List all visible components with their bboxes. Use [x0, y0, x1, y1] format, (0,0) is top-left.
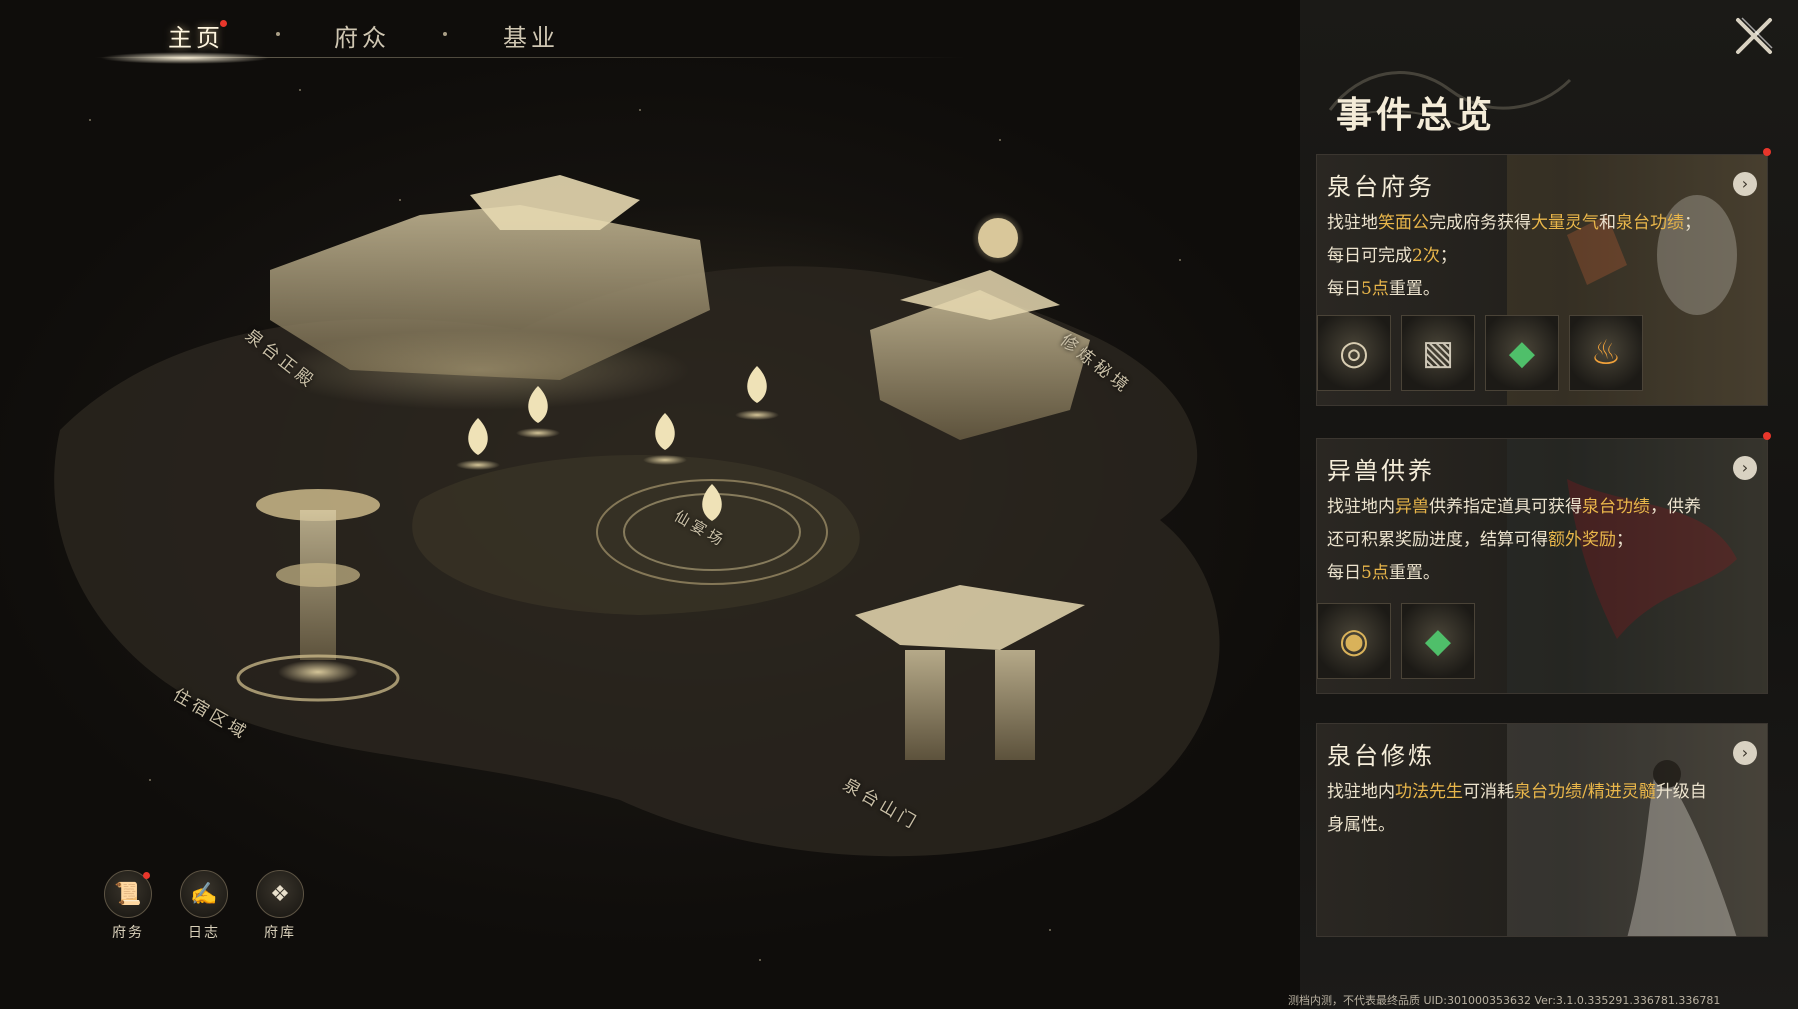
tab-members[interactable]: 府众 — [334, 18, 390, 53]
description-text: 找驻地 — [1327, 213, 1378, 233]
description-text: ，供养 — [1650, 497, 1701, 517]
highlight-text: 5点 — [1361, 563, 1389, 583]
reward-items: ◎ ▧ ◆ ♨ — [1317, 315, 1643, 391]
card-description-line: 每日可完成2次； — [1327, 240, 1757, 273]
card-title: 异兽供养 — [1327, 457, 1435, 485]
description-text: 身属性。 — [1327, 815, 1395, 835]
card-title: 泉台修炼 — [1327, 742, 1435, 770]
seal-paper-icon[interactable]: ▧ — [1401, 315, 1475, 391]
jade-token-icon[interactable]: ◆ — [1485, 315, 1559, 391]
active-tab-indicator — [100, 52, 270, 64]
quick-button-journal[interactable]: ✍ 日志 — [174, 870, 234, 942]
description-text: 完成府务获得 — [1429, 213, 1531, 233]
description-text: 还可积累奖励进度，结算可得 — [1327, 530, 1548, 550]
quick-button-badge — [143, 872, 150, 879]
map-terrain — [54, 89, 1220, 961]
description-text: 找驻地内 — [1327, 782, 1395, 802]
ring-token-icon[interactable]: ◎ — [1317, 315, 1391, 391]
card-description: 找驻地内功法先生可消耗泉台功绩/精进灵髓升级自身属性。 — [1327, 776, 1757, 842]
cultivation-pavilion[interactable] — [870, 212, 1090, 440]
highlight-text: 2次 — [1412, 246, 1440, 266]
highlight-text: 泉台功绩/精进灵髓 — [1514, 782, 1656, 802]
card-description-line: 每日5点重置。 — [1327, 273, 1757, 306]
card-title: 泉台府务 — [1327, 173, 1435, 201]
jade-token-icon[interactable]: ◆ — [1401, 603, 1475, 679]
description-text: ； — [1616, 530, 1633, 550]
description-text: 供养指定道具可获得 — [1429, 497, 1582, 517]
coin-icon[interactable]: ◉ — [1317, 603, 1391, 679]
card-description: 找驻地内异兽供养指定道具可获得泉台功绩，供养 还可积累奖励进度，结算可得额外奖励；… — [1327, 491, 1757, 590]
card-badge — [1763, 432, 1771, 440]
tab-separator — [443, 32, 447, 36]
quick-button-storehouse[interactable]: ❖ 府库 — [250, 870, 310, 942]
description-text: 可消耗 — [1463, 782, 1514, 802]
highlight-text: 异兽 — [1395, 497, 1429, 517]
description-text: 重置。 — [1388, 279, 1440, 299]
card-description: 找驻地笑面公完成府务获得大量灵气和泉台功绩； 每日可完成2次； 每日5点重置。 — [1327, 207, 1757, 306]
chevron-right-icon[interactable]: › — [1733, 172, 1757, 196]
flame-icon[interactable]: ♨ — [1569, 315, 1643, 391]
highlight-text: 额外奖励 — [1548, 530, 1616, 550]
card-badge — [1763, 148, 1771, 156]
description-text: 和 — [1599, 213, 1616, 233]
description-text: 找驻地内 — [1327, 497, 1395, 517]
highlight-text: 泉台功绩 — [1616, 213, 1684, 233]
build-info: 测档内测，不代表最终品质 UID:301000353632 Ver:3.1.0.… — [1288, 994, 1721, 1007]
quick-button-label: 日志 — [188, 925, 220, 941]
tab-estate[interactable]: 基业 — [503, 18, 559, 53]
highlight-text: 大量灵气 — [1531, 213, 1599, 233]
card-description-line: 找驻地内功法先生可消耗泉台功绩/精进灵髓升级自 — [1327, 776, 1757, 809]
chevron-right-icon[interactable]: › — [1733, 456, 1757, 480]
description-text: ； — [1684, 213, 1701, 233]
main-hall-building[interactable] — [270, 175, 710, 410]
journal-icon: ✍ — [180, 870, 228, 918]
estate-map: 主页 府众 基业 泉台正殿 修炼秘境 仙宴场 住宿区域 泉台山门 📜 府务 ✍ … — [0, 0, 1300, 1009]
storehouse-icon: ❖ — [256, 870, 304, 918]
tab-home-badge — [220, 20, 227, 27]
description-text: 每日可完成 — [1327, 246, 1412, 266]
event-card-beast[interactable]: 异兽供养 › 找驻地内异兽供养指定道具可获得泉台功绩，供养 还可积累奖励进度，结算… — [1316, 438, 1768, 694]
quick-button-label: 府务 — [112, 925, 144, 941]
tab-home[interactable]: 主页 — [168, 18, 224, 53]
quick-button-affairs[interactable]: 📜 府务 — [98, 870, 158, 942]
card-description-line: 每日5点重置。 — [1327, 557, 1757, 590]
quick-button-label: 府库 — [264, 925, 296, 941]
card-description-line: 找驻地笑面公完成府务获得大量灵气和泉台功绩； — [1327, 207, 1757, 240]
highlight-text: 功法先生 — [1395, 782, 1463, 802]
card-description-line: 找驻地内异兽供养指定道具可获得泉台功绩，供养 — [1327, 491, 1757, 524]
tab-separator — [276, 32, 280, 36]
close-icon[interactable] — [1732, 14, 1776, 58]
reward-items: ◉ ◆ — [1317, 603, 1475, 679]
highlight-text: 笑面公 — [1378, 213, 1429, 233]
highlight-text: 5点 — [1361, 279, 1389, 299]
event-card-affairs[interactable]: 泉台府务 › 找驻地笑面公完成府务获得大量灵气和泉台功绩； 每日可完成2次； 每日5… — [1316, 154, 1768, 406]
description-text: ； — [1439, 246, 1457, 266]
panel-title: 事件总览 — [1336, 94, 1497, 136]
chevron-right-icon[interactable]: › — [1733, 741, 1757, 765]
description-text: 每日 — [1327, 563, 1361, 583]
highlight-text: 泉台功绩 — [1582, 497, 1650, 517]
description-text: 每日 — [1327, 279, 1361, 299]
description-text: 重置。 — [1388, 563, 1440, 583]
description-text: 升级自 — [1655, 782, 1707, 802]
event-card-cultivation[interactable]: 泉台修炼 › 找驻地内功法先生可消耗泉台功绩/精进灵髓升级自身属性。 — [1316, 723, 1768, 937]
card-description-line: 身属性。 — [1327, 809, 1757, 842]
card-description-line: 还可积累奖励进度，结算可得额外奖励； — [1327, 524, 1757, 557]
